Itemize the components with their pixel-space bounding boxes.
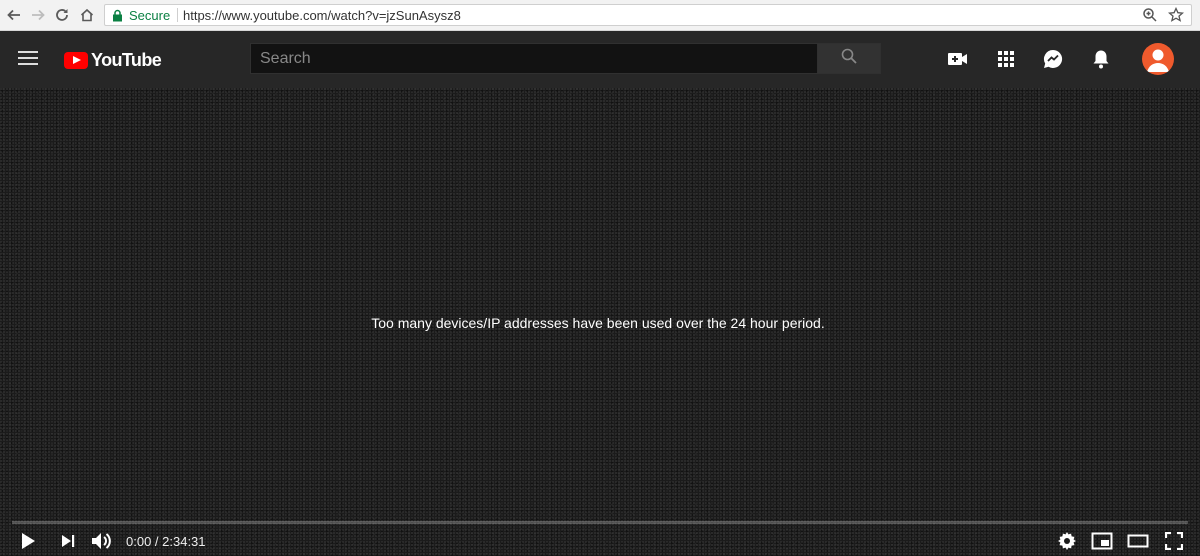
logo-text: YouTube — [91, 49, 162, 70]
search-icon — [841, 48, 857, 69]
home-icon[interactable] — [77, 5, 97, 25]
miniplayer-button[interactable] — [1090, 531, 1114, 555]
play-icon — [20, 532, 36, 555]
reload-icon[interactable] — [52, 5, 72, 25]
secure-label: Secure — [129, 8, 171, 23]
search-box — [250, 43, 817, 74]
youtube-masthead: YouTube — [0, 31, 1200, 88]
time-display: 0:00 / 2:34:31 — [126, 534, 206, 549]
volume-icon — [91, 531, 113, 556]
fullscreen-icon — [1164, 531, 1184, 555]
player-error-message: Too many devices/IP addresses have been … — [371, 315, 825, 331]
settings-button[interactable] — [1055, 531, 1079, 555]
settings-icon — [1058, 531, 1076, 555]
back-icon[interactable] — [4, 5, 24, 25]
zoom-icon[interactable] — [1142, 7, 1158, 23]
play-button[interactable] — [16, 531, 40, 555]
miniplayer-icon — [1091, 532, 1113, 555]
notifications-icon[interactable] — [1090, 48, 1112, 70]
search-input[interactable] — [251, 44, 817, 73]
forward-icon[interactable] — [28, 5, 48, 25]
avatar[interactable] — [1142, 43, 1174, 75]
next-button[interactable] — [56, 531, 80, 555]
fullscreen-button[interactable] — [1162, 531, 1186, 555]
theater-icon — [1127, 534, 1149, 553]
url-text[interactable]: https://www.youtube.com/watch?v=jzSunAsy… — [183, 8, 461, 23]
next-icon — [60, 533, 76, 554]
search-button[interactable] — [817, 43, 881, 74]
avatar-icon — [1147, 49, 1169, 72]
youtube-logo-icon — [64, 51, 88, 69]
browser-toolbar: Secure https://www.youtube.com/watch?v=j… — [0, 0, 1200, 31]
progress-bar[interactable] — [12, 521, 1188, 524]
video-player[interactable]: Too many devices/IP addresses have been … — [0, 88, 1200, 556]
star-icon[interactable] — [1167, 6, 1185, 23]
lock-icon — [112, 9, 123, 27]
apps-icon[interactable] — [995, 48, 1017, 70]
omnibox-divider — [177, 8, 178, 22]
youtube-logo[interactable]: YouTube — [64, 49, 162, 70]
menu-icon[interactable] — [18, 51, 38, 67]
volume-button[interactable] — [90, 531, 114, 555]
address-bar[interactable]: Secure https://www.youtube.com/watch?v=j… — [104, 4, 1192, 26]
messages-icon[interactable] — [1042, 48, 1064, 70]
theater-mode-button[interactable] — [1126, 531, 1150, 555]
create-video-icon[interactable] — [947, 48, 969, 70]
